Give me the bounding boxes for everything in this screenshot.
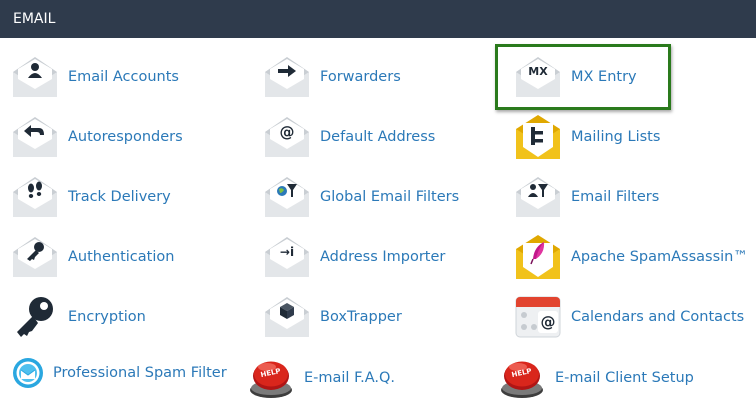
forwarders-label: Forwarders — [320, 69, 401, 85]
at-envelope-icon: @ — [263, 113, 311, 161]
calendar-at-glyph: @ — [541, 313, 556, 331]
section-header: EMAIL — [0, 0, 756, 38]
encryption-link[interactable]: Encryption — [11, 292, 146, 342]
email-filters-link[interactable]: Email Filters — [514, 172, 659, 222]
apache-spamassassin-label: Apache SpamAssassin™ — [571, 249, 748, 265]
mx-envelope-icon: MX — [514, 53, 562, 101]
mailing-lists-label: Mailing Lists — [571, 129, 661, 145]
filter-envelope-icon — [514, 173, 562, 221]
authentication-label: Authentication — [68, 249, 175, 265]
address-importer-label: Address Importer — [320, 249, 446, 265]
key-icon — [11, 293, 59, 341]
calendars-contacts-link[interactable]: @ Calendars and Contacts — [514, 292, 744, 342]
global-email-filters-label: Global Email Filters — [320, 189, 460, 205]
reply-envelope-icon — [11, 113, 59, 161]
mx-entry-label: MX Entry — [571, 69, 637, 85]
professional-spam-filter-link[interactable]: Professional Spam Filter — [11, 348, 227, 398]
encryption-label: Encryption — [68, 309, 146, 325]
default-address-label: Default Address — [320, 129, 436, 145]
calendars-contacts-label: Calendars and Contacts — [571, 309, 745, 325]
mailing-lists-link[interactable]: Mailing Lists — [514, 112, 660, 162]
boxtrapper-label: BoxTrapper — [320, 309, 402, 325]
mailing-list-icon — [514, 113, 562, 161]
authentication-link[interactable]: Authentication — [11, 232, 174, 282]
email-client-setup-link[interactable]: HELP E-mail Client Setup — [498, 353, 694, 403]
email-client-setup-label: E-mail Client Setup — [555, 370, 694, 386]
apache-spamassassin-link[interactable]: Apache SpamAssassin™ — [514, 232, 748, 282]
boxtrapper-link[interactable]: BoxTrapper — [263, 292, 402, 342]
key-envelope-icon — [11, 233, 59, 281]
calendar-icon: @ — [514, 293, 562, 341]
mx-entry-link[interactable]: MX MX Entry — [514, 52, 637, 102]
spam-filter-icon — [11, 349, 45, 397]
box-envelope-icon — [263, 293, 311, 341]
email-faq-link[interactable]: HELP E-mail F.A.Q. — [247, 353, 395, 403]
email-accounts-link[interactable]: Email Accounts — [11, 52, 179, 102]
default-address-link[interactable]: @ Default Address — [263, 112, 435, 162]
email-tools-grid: Email Accounts Forwarders MX MX Entry Au… — [0, 38, 756, 414]
arrow-envelope-icon — [263, 53, 311, 101]
autoresponders-label: Autoresponders — [68, 129, 183, 145]
feather-envelope-icon — [514, 233, 562, 281]
autoresponders-link[interactable]: Autoresponders — [11, 112, 183, 162]
address-importer-link[interactable]: →i Address Importer — [263, 232, 445, 282]
email-filters-label: Email Filters — [571, 189, 660, 205]
import-glyph: →i — [280, 245, 294, 259]
forwarders-link[interactable]: Forwarders — [263, 52, 401, 102]
footprints-envelope-icon — [11, 173, 59, 221]
global-filter-envelope-icon — [263, 173, 311, 221]
professional-spam-filter-label: Professional Spam Filter — [53, 365, 227, 381]
user-envelope-icon — [11, 53, 59, 101]
help-button-icon: HELP — [498, 354, 546, 402]
track-delivery-label: Track Delivery — [68, 189, 171, 205]
import-envelope-icon: →i — [263, 233, 311, 281]
email-accounts-label: Email Accounts — [68, 69, 179, 85]
at-glyph: @ — [280, 123, 295, 141]
section-title: EMAIL — [13, 11, 56, 27]
help-button-icon: HELP — [247, 354, 295, 402]
track-delivery-link[interactable]: Track Delivery — [11, 172, 171, 222]
email-faq-label: E-mail F.A.Q. — [304, 370, 395, 386]
mx-glyph: MX — [528, 65, 548, 78]
global-email-filters-link[interactable]: Global Email Filters — [263, 172, 459, 222]
